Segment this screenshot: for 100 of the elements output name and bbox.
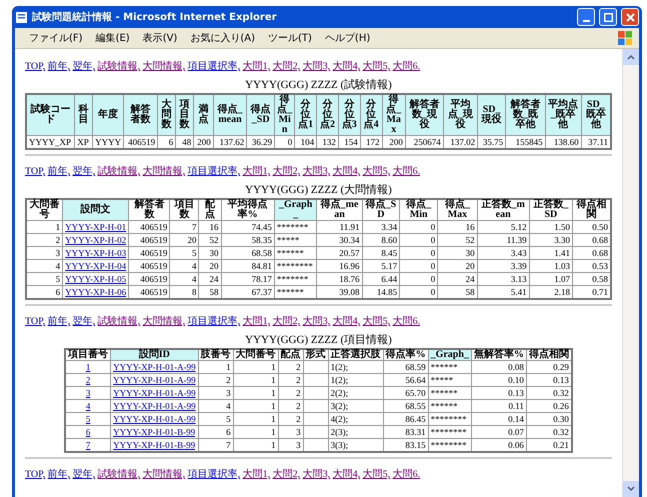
nav-link[interactable]: 大問5, xyxy=(362,166,390,177)
table-link[interactable]: 1 xyxy=(86,362,90,372)
menu-item[interactable]: ファイル(F) xyxy=(29,31,83,45)
table-cell: 1 xyxy=(233,360,278,374)
nav-link[interactable]: 翌年, xyxy=(72,61,96,72)
table-link[interactable]: 2 xyxy=(86,375,90,385)
nav-link[interactable]: 項目選択率, xyxy=(188,469,240,480)
nav-link[interactable]: 大問情報, xyxy=(142,166,186,177)
menu-item[interactable]: 表示(V) xyxy=(142,31,178,45)
table-cell: 78.17 xyxy=(221,272,274,286)
scroll-up-button[interactable] xyxy=(623,49,639,65)
nav-link[interactable]: 大問6. xyxy=(392,166,420,177)
nav-link[interactable]: 前年, xyxy=(48,316,70,327)
nav-link[interactable]: 大問5, xyxy=(362,469,390,480)
table-cell: 16 xyxy=(438,220,478,234)
nav-link[interactable]: TOP, xyxy=(25,61,46,72)
nav-link[interactable]: 大問1, xyxy=(242,61,270,72)
table-cell: 2(2); xyxy=(328,386,384,400)
nav-link[interactable]: 前年, xyxy=(48,469,70,480)
table-cell: 2 xyxy=(278,374,304,386)
table-cell: 52 xyxy=(438,234,478,246)
table-cell: 3.30 xyxy=(529,234,573,246)
menu-item[interactable]: ツール(T) xyxy=(268,31,312,45)
nav-link[interactable]: 大問4, xyxy=(332,61,360,72)
table-cell: 2 xyxy=(278,400,304,412)
table-caption: YYYY(GGG) ZZZZ (項目情報) xyxy=(244,334,393,347)
nav-link[interactable]: 試験情報, xyxy=(98,61,140,72)
nav-link[interactable]: 大問1, xyxy=(242,166,270,177)
table-cell: 24 xyxy=(198,272,221,286)
nav-link[interactable]: TOP, xyxy=(25,316,46,327)
nav-link[interactable]: 大問3, xyxy=(302,61,330,72)
column-header: 配点 xyxy=(198,199,221,220)
nav-link[interactable]: 大問5, xyxy=(362,61,390,72)
column-header: 得点_mean xyxy=(213,94,247,136)
nav-link[interactable]: 翌年, xyxy=(72,166,96,177)
table-link[interactable]: 4 xyxy=(86,401,90,411)
nav-link[interactable]: 大問3, xyxy=(302,166,330,177)
nav-link[interactable]: 大問2, xyxy=(272,316,300,327)
nav-link[interactable]: 大問情報, xyxy=(142,469,186,480)
nav-link[interactable]: 大問2, xyxy=(272,61,300,72)
minimize-button[interactable] xyxy=(577,8,595,26)
column-header: 設問ID xyxy=(110,349,198,360)
scroll-down-button[interactable] xyxy=(623,481,639,497)
nav-link[interactable]: 大問情報, xyxy=(142,316,186,327)
column-header: 肢番号 xyxy=(198,349,234,360)
menu-item[interactable]: お気に入り(A) xyxy=(190,31,255,45)
nav-link[interactable]: 翌年, xyxy=(72,469,96,480)
nav-link[interactable]: 大問2, xyxy=(272,469,300,480)
table-cell: ******** xyxy=(428,412,472,426)
nav-link[interactable]: 大問6. xyxy=(392,61,420,72)
nav-link[interactable]: 大問4, xyxy=(332,316,360,327)
nav-link[interactable]: 試験情報, xyxy=(98,316,140,327)
column-header: 得点_Max xyxy=(382,94,406,136)
nav-link[interactable]: 大問1, xyxy=(242,469,270,480)
chevron-up-icon xyxy=(627,54,635,60)
table-cell: 406519 xyxy=(128,272,170,286)
nav-link[interactable]: 翌年, xyxy=(72,316,96,327)
scrollbar[interactable] xyxy=(622,49,639,497)
table-link[interactable]: 6 xyxy=(86,427,90,437)
nav-link[interactable]: 大問情報, xyxy=(142,61,186,72)
nav-link[interactable]: 項目選択率, xyxy=(188,316,240,327)
table-cell: 406519 xyxy=(128,220,170,234)
table-cell: 11.91 xyxy=(316,220,362,234)
nav-link[interactable]: 大問5, xyxy=(362,316,390,327)
nav-link[interactable]: 項目選択率, xyxy=(188,166,240,177)
nav-link[interactable]: TOP, xyxy=(25,469,46,480)
nav-link[interactable]: TOP, xyxy=(25,166,46,177)
table-link[interactable]: 3 xyxy=(86,388,90,398)
column-header: 形式 xyxy=(303,349,328,360)
table-cell: 20.57 xyxy=(316,246,362,260)
table-link[interactable]: 5 xyxy=(86,414,90,424)
table-cell: 68.58 xyxy=(221,246,274,260)
close-button[interactable] xyxy=(621,8,639,26)
table-cell: 1 xyxy=(233,426,278,438)
menu-item[interactable]: 編集(E) xyxy=(96,31,130,45)
nav-link[interactable]: 大問4, xyxy=(332,166,360,177)
column-header: 分位点3 xyxy=(338,94,360,136)
column-header: 配点 xyxy=(278,349,304,360)
column-header: 得点_Min xyxy=(274,94,295,136)
nav-link[interactable]: 大問4, xyxy=(332,469,360,480)
table-cell: XP xyxy=(74,136,93,149)
nav-link[interactable]: 大問3, xyxy=(302,316,330,327)
column-header: 平均得点率% xyxy=(221,199,274,220)
nav-link[interactable]: 大問6. xyxy=(392,469,420,480)
table-caption: YYYY(GGG) ZZZZ (大問情報) xyxy=(244,184,393,197)
nav-link[interactable]: 大問3, xyxy=(302,469,330,480)
nav-link[interactable]: 大問1, xyxy=(242,316,270,327)
nav-link[interactable]: 大問6. xyxy=(392,316,420,327)
nav-link[interactable]: 前年, xyxy=(48,61,70,72)
nav-link[interactable]: 試験情報, xyxy=(98,469,140,480)
nav-link[interactable]: 項目選択率, xyxy=(188,61,240,72)
table-link[interactable]: 7 xyxy=(86,440,90,450)
nav-link[interactable]: 前年, xyxy=(48,166,70,177)
table-cell: 4(2); xyxy=(328,412,384,426)
table-cell: ****** xyxy=(428,360,472,374)
menu-item[interactable]: ヘルプ(H) xyxy=(324,31,370,45)
column-header: 試験コード xyxy=(26,94,75,136)
nav-link[interactable]: 大問2, xyxy=(272,166,300,177)
nav-link[interactable]: 試験情報, xyxy=(98,166,140,177)
maximize-button[interactable] xyxy=(599,8,617,26)
